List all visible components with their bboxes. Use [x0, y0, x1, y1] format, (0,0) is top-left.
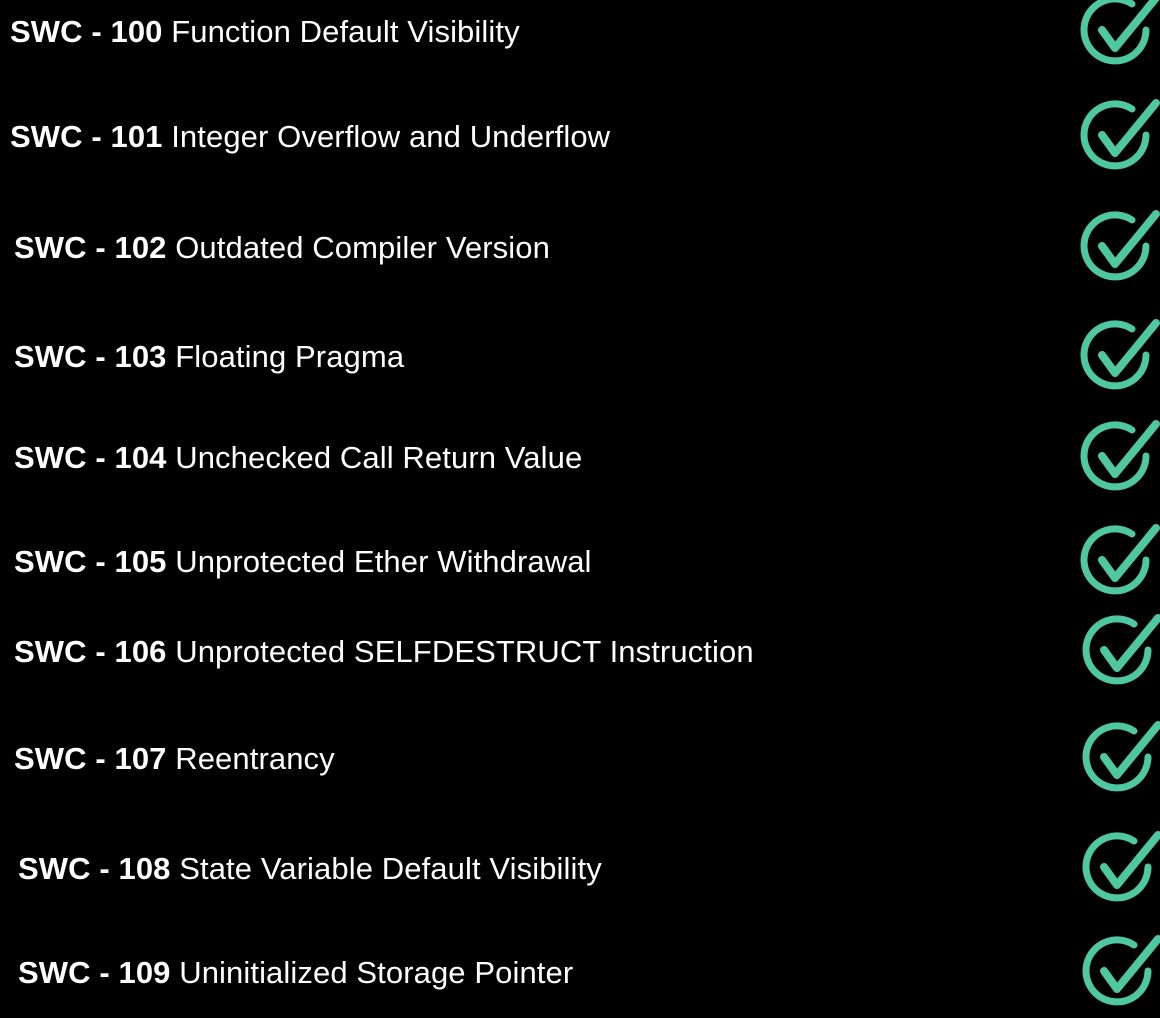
- check-circle-icon: [1080, 208, 1160, 288]
- item-label: SWC - 108 State Variable Default Visibil…: [18, 849, 602, 889]
- swc-title: Floating Pragma: [175, 339, 405, 374]
- swc-title: Integer Overflow and Underflow: [171, 119, 611, 154]
- swc-code: SWC - 102: [14, 230, 167, 265]
- swc-code: SWC - 105: [14, 544, 167, 579]
- list-item: SWC - 100 Function Default Visibility: [0, 0, 1160, 77]
- check-circle-icon: [1080, 522, 1160, 602]
- swc-code: SWC - 108: [18, 851, 171, 886]
- item-label: SWC - 109 Uninitialized Storage Pointer: [18, 953, 573, 993]
- swc-code: SWC - 107: [14, 741, 167, 776]
- item-label: SWC - 106 Unprotected SELFDESTRUCT Instr…: [14, 632, 754, 672]
- list-item: SWC - 101 Integer Overflow and Underflow: [0, 92, 1160, 182]
- list-item: SWC - 104 Unchecked Call Return Value: [0, 413, 1160, 503]
- item-label: SWC - 101 Integer Overflow and Underflow: [10, 117, 610, 157]
- check-circle-icon: [1080, 317, 1160, 397]
- swc-title: Unprotected SELFDESTRUCT Instruction: [175, 634, 754, 669]
- list-item: SWC - 105 Unprotected Ether Withdrawal: [0, 517, 1160, 607]
- check-circle-icon: [1080, 97, 1160, 177]
- item-label: SWC - 102 Outdated Compiler Version: [14, 228, 550, 268]
- list-item: SWC - 107 Reentrancy: [0, 714, 1160, 804]
- swc-title: State Variable Default Visibility: [179, 851, 602, 886]
- swc-title: Function Default Visibility: [171, 14, 520, 49]
- item-label: SWC - 107 Reentrancy: [14, 739, 335, 779]
- list-item: SWC - 108 State Variable Default Visibil…: [0, 824, 1160, 914]
- swc-code: SWC - 109: [18, 955, 171, 990]
- list-item: SWC - 102 Outdated Compiler Version: [0, 203, 1160, 293]
- list-item: SWC - 106 Unprotected SELFDESTRUCT Instr…: [0, 607, 1160, 697]
- swc-code: SWC - 100: [10, 14, 163, 49]
- swc-code: SWC - 101: [10, 119, 163, 154]
- swc-code: SWC - 106: [14, 634, 167, 669]
- swc-code: SWC - 104: [14, 440, 167, 475]
- swc-code: SWC - 103: [14, 339, 167, 374]
- swc-title: Uninitialized Storage Pointer: [179, 955, 574, 990]
- check-circle-icon: [1082, 933, 1160, 1013]
- item-label: SWC - 103 Floating Pragma: [14, 337, 404, 377]
- swc-title: Unchecked Call Return Value: [175, 440, 583, 475]
- list-item: SWC - 103 Floating Pragma: [0, 312, 1160, 402]
- item-label: SWC - 105 Unprotected Ether Withdrawal: [14, 542, 592, 582]
- swc-title: Reentrancy: [175, 741, 335, 776]
- swc-title: Outdated Compiler Version: [175, 230, 550, 265]
- swc-title: Unprotected Ether Withdrawal: [175, 544, 592, 579]
- item-label: SWC - 104 Unchecked Call Return Value: [14, 438, 582, 478]
- check-circle-icon: [1082, 719, 1160, 799]
- item-label: SWC - 100 Function Default Visibility: [10, 12, 520, 52]
- check-circle-icon: [1080, 0, 1160, 72]
- check-circle-icon: [1082, 612, 1160, 692]
- check-circle-icon: [1082, 829, 1160, 909]
- check-circle-icon: [1080, 418, 1160, 498]
- list-item: SWC - 109 Uninitialized Storage Pointer: [0, 928, 1160, 1018]
